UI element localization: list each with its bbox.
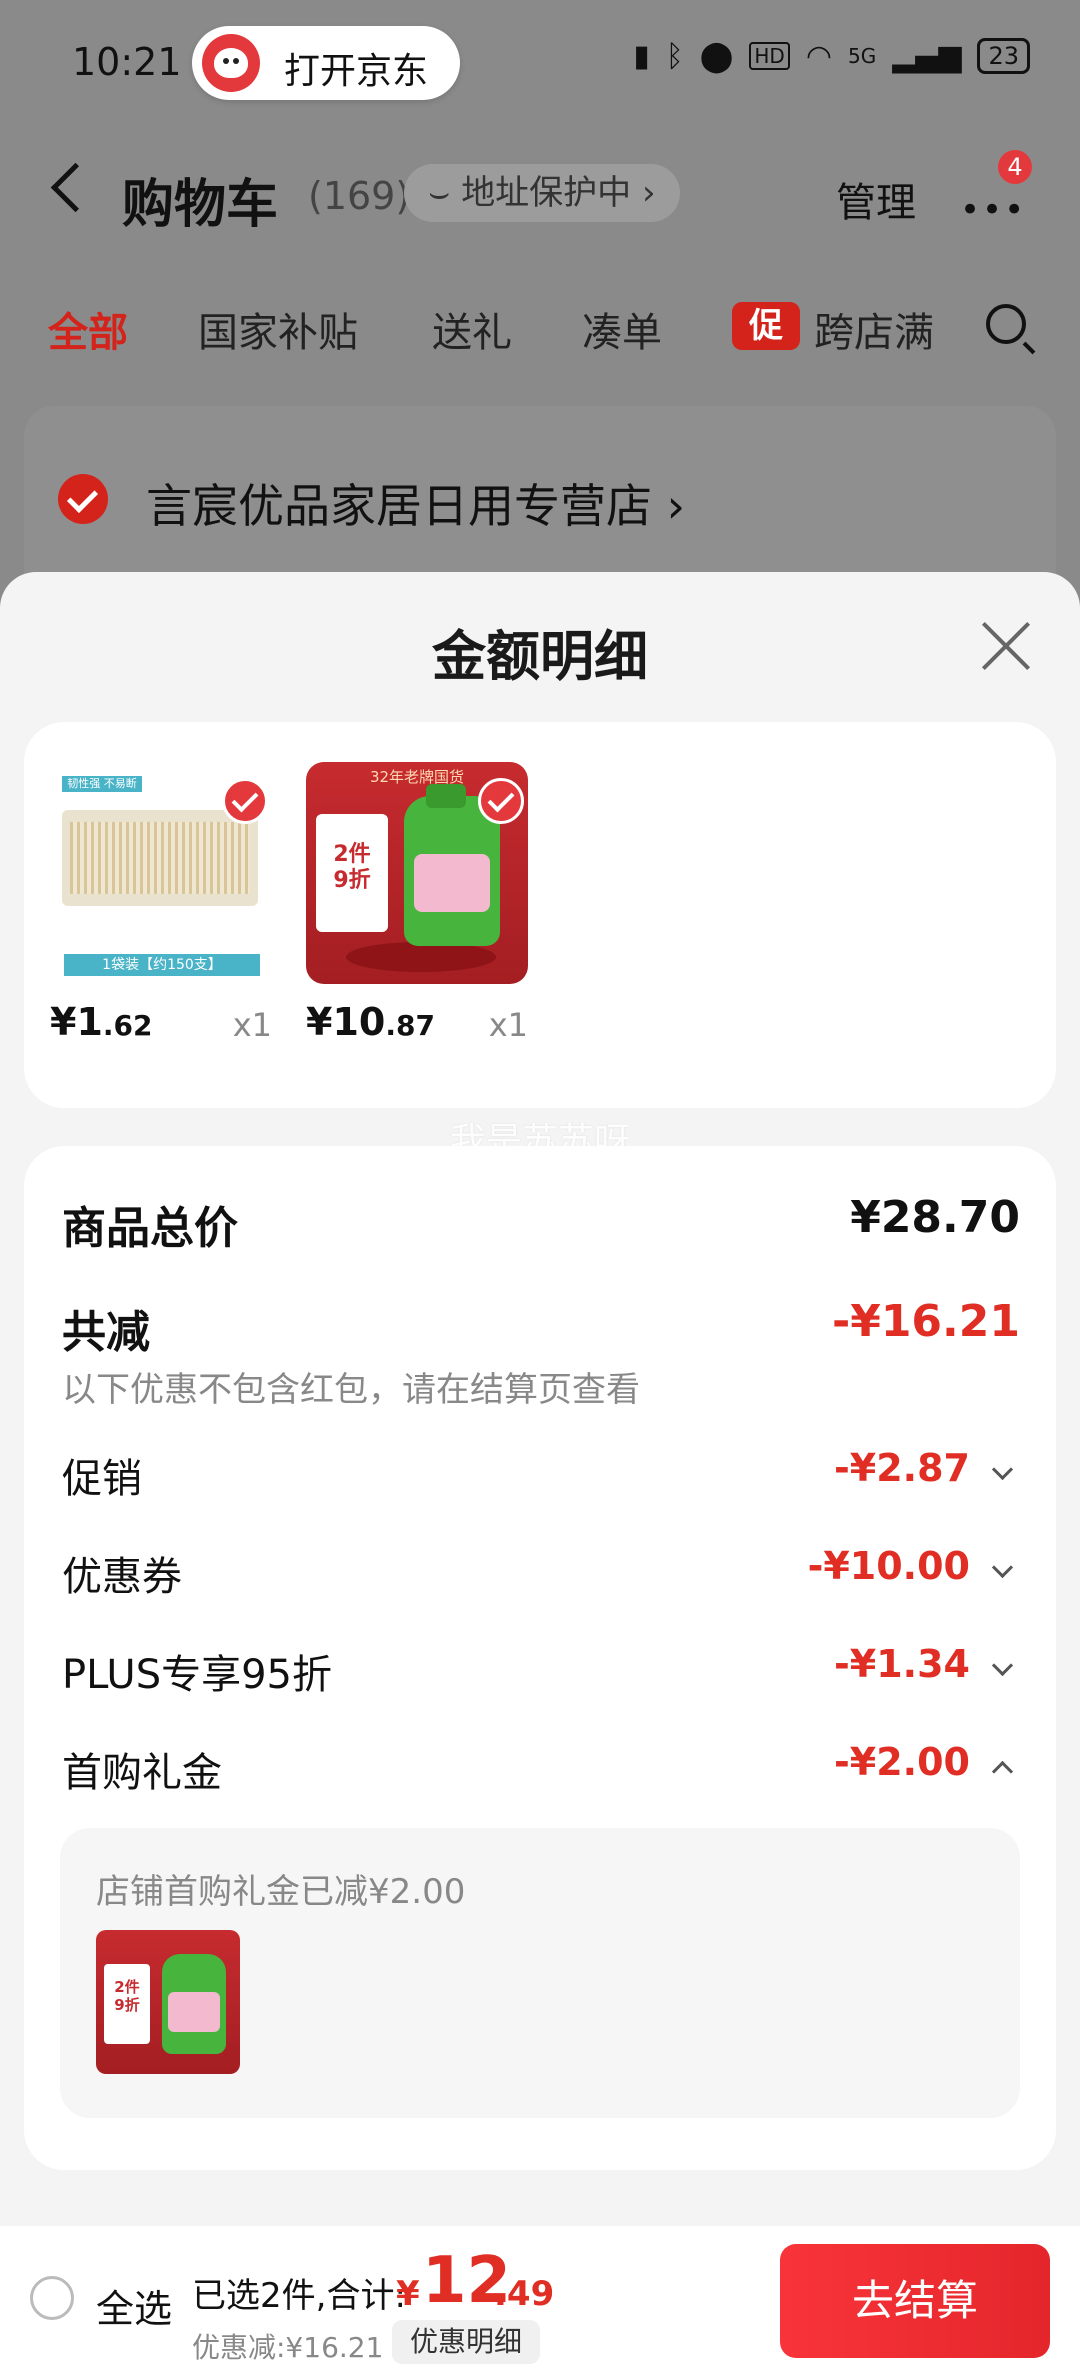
battery-icon: 23 (977, 38, 1030, 74)
total-amount-dec: .49 (494, 2274, 555, 2314)
cart-header: 购物车 (169) ⌣ 地址保护中 › 管理 ••• 4 (0, 150, 1080, 250)
product-quantity: x1 (488, 1006, 528, 1044)
location-icon: ⬤ (699, 38, 734, 74)
tab-gift[interactable]: 送礼 (432, 300, 512, 358)
product-quantity: x1 (232, 1006, 272, 1044)
page-title: 购物车 (122, 175, 279, 235)
jd-logo-icon (202, 34, 260, 92)
total-currency: ¥ (396, 2274, 420, 2314)
tab-cross-store[interactable]: 跨店满 (814, 300, 934, 358)
discount-row-plus[interactable]: PLUS专享95折 -¥1.34 (24, 1636, 1056, 1706)
bluetooth-icon: ᛒ (665, 38, 684, 74)
more-icon[interactable]: ••• (960, 190, 1026, 230)
wifi-icon: ◠ (805, 38, 832, 74)
chevron-up-icon (991, 1760, 1014, 1783)
chevron-right-icon: › (666, 479, 686, 533)
checked-icon[interactable] (478, 778, 524, 824)
hd-icon: HD (749, 42, 790, 70)
select-all-radio[interactable] (30, 2276, 74, 2320)
promo-tag: 促 (732, 302, 800, 350)
status-bar: 10:21 打开京东 ▮ ᛒ ⬤ HD ◠ 5G ▂▄▆ 23 (0, 0, 1080, 130)
product-price: ¥1.62 (50, 1000, 153, 1044)
notification-badge: 4 (998, 150, 1032, 184)
tab-all[interactable]: 全部 (48, 300, 128, 358)
back-arrow-icon[interactable] (50, 162, 101, 213)
discount-label: 共减 (62, 1307, 150, 1358)
total-label: 商品总价 (62, 1203, 238, 1254)
first-purchase-detail: 店铺首购礼金已减¥2.00 2件 9折 (60, 1828, 1020, 2118)
close-icon[interactable] (980, 620, 1032, 672)
product-item[interactable]: 韧性强 不易断 1袋装【约150支】 ¥1.62 x1 (50, 762, 272, 1060)
product-price: ¥10.87 (306, 1000, 435, 1044)
store-name[interactable]: 言宸优品家居日用专营店 › (146, 470, 685, 536)
filter-tabs: 全部 国家补贴 送礼 凑单 促 跨店满 (0, 290, 1080, 370)
discount-detail-button[interactable]: 优惠明细 (392, 2320, 541, 2364)
select-all-label[interactable]: 全选 (96, 2278, 172, 2333)
open-jd-label: 打开京东 (284, 51, 429, 92)
discount-row-coupon[interactable]: 优惠券 -¥10.00 (24, 1538, 1056, 1608)
store-name-label: 言宸优品家居日用专营店 (146, 479, 652, 533)
toothpick-image: 韧性强 不易断 1袋装【约150支】 (50, 762, 272, 984)
product-tag: 韧性强 不易断 (62, 776, 142, 792)
address-protect-pill[interactable]: ⌣ 地址保护中 › (404, 164, 680, 222)
amount-detail-sheet: 金额明细 韧性强 不易断 1袋装【约150支】 ¥1.62 x1 32年老牌国货… (0, 572, 1080, 2228)
saved-amount: 优惠减:¥16.21 (192, 2331, 384, 2364)
chevron-down-icon (991, 1458, 1014, 1481)
shield-icon: ⌣ (428, 173, 462, 213)
sheet-title: 金额明细 (432, 625, 648, 688)
detergent-thumb-image: 2件 9折 (96, 1930, 240, 2074)
detergent-image: 32年老牌国货 2件 9折 (306, 762, 528, 984)
open-jd-app-button[interactable]: 打开京东 (192, 26, 460, 100)
discount-note: 以下优惠不包含红包，请在结算页查看 (62, 1370, 640, 1410)
promo-badge: 2件 9折 (333, 842, 371, 893)
discount-row-first-purchase[interactable]: 首购礼金 -¥2.00 (24, 1734, 1056, 1804)
tab-national-subsidy[interactable]: 国家补贴 (198, 300, 358, 358)
cart-count: (169) (308, 174, 411, 218)
system-icons: ▮ ᛒ ⬤ HD ◠ 5G ▂▄▆ 23 (633, 38, 1030, 74)
checkout-bar: 全选 已选2件,合计: ¥ 12 .49 优惠减:¥16.21 优惠明细 去结算 (0, 2226, 1080, 2376)
address-protect-label: 地址保护中 (461, 173, 632, 213)
products-card: 韧性强 不易断 1袋装【约150支】 ¥1.62 x1 32年老牌国货 2件 9… (24, 722, 1056, 1108)
selected-count: 已选2件,合计: (192, 2276, 406, 2316)
product-banner: 1袋装【约150支】 (64, 954, 260, 976)
network-label: 5G (848, 44, 877, 68)
total-value: ¥28.70 (850, 1192, 1020, 1243)
status-time: 10:21 (72, 40, 182, 84)
discount-row-promotion[interactable]: 促销 -¥2.87 (24, 1440, 1056, 1510)
discount-value: -¥16.21 (831, 1296, 1020, 1347)
price-detail-card: 商品总价 ¥28.70 共减 -¥16.21 以下优惠不包含红包，请在结算页查看… (24, 1146, 1056, 2170)
checked-icon[interactable] (222, 778, 268, 824)
gift-note: 店铺首购礼金已减¥2.00 (96, 1872, 466, 1912)
product-item[interactable]: 32年老牌国货 2件 9折 ¥10.87 x1 (306, 762, 528, 1060)
store-check-icon[interactable] (58, 474, 108, 524)
chevron-right-icon: › (642, 173, 656, 213)
chevron-down-icon (991, 1556, 1014, 1579)
chevron-down-icon (991, 1654, 1014, 1677)
vibrate-icon: ▮ (633, 38, 650, 74)
checkout-button[interactable]: 去结算 (780, 2244, 1050, 2358)
search-icon[interactable] (986, 304, 1026, 344)
tab-add-on[interactable]: 凑单 (582, 300, 662, 358)
signal-icon: ▂▄▆ (892, 38, 962, 74)
manage-button[interactable]: 管理 (836, 170, 916, 228)
